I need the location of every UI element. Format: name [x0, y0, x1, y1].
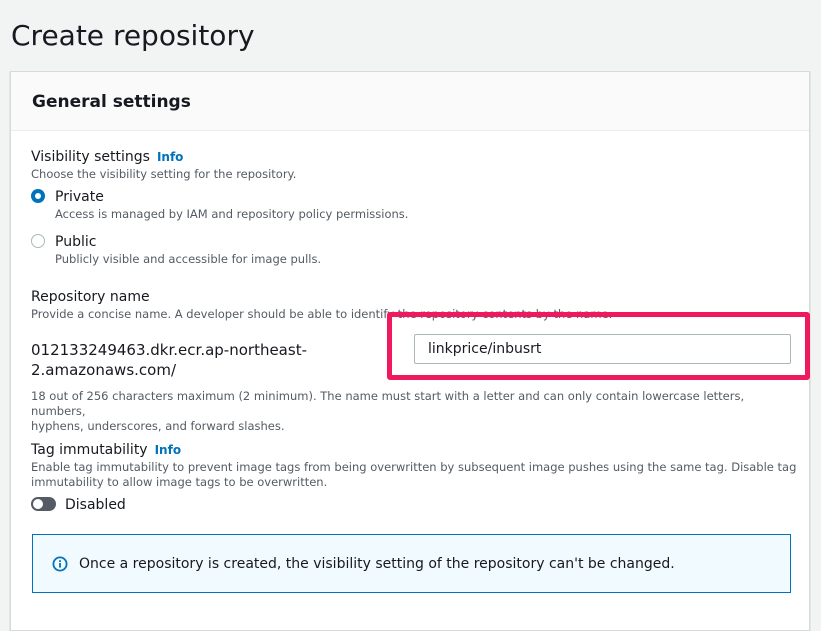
panel-title: General settings — [32, 92, 191, 112]
public-label[interactable]: Public — [55, 233, 96, 251]
repository-name-input[interactable] — [414, 334, 791, 364]
tag-immutability-toggle[interactable] — [31, 497, 56, 511]
public-radio[interactable] — [31, 234, 45, 248]
panel-header: General settings — [11, 72, 809, 131]
tag-immutability-info-link[interactable]: Info — [155, 443, 181, 457]
toggle-state-label: Disabled — [65, 497, 126, 513]
private-radio[interactable] — [31, 189, 45, 203]
private-description: Access is managed by IAM and repository … — [55, 207, 409, 221]
public-description: Publicly visible and accessible for imag… — [55, 252, 322, 266]
tag-immutability-label: Tag immutability Info — [31, 441, 181, 459]
repository-name-label: Repository name — [31, 289, 150, 305]
tag-immutability-text: Tag immutability — [31, 442, 148, 458]
alert-text: Once a repository is created, the visibi… — [79, 556, 675, 572]
tag-immutability-description-line1: Enable tag immutability to prevent image… — [31, 460, 797, 474]
repository-name-constraint-line1: 18 out of 256 characters maximum (2 mini… — [31, 389, 745, 418]
private-label[interactable]: Private — [55, 188, 104, 206]
repository-uri-prefix-line1: 012133249463.dkr.ecr.ap-northeast- — [31, 341, 307, 359]
info-alert: Once a repository is created, the visibi… — [32, 534, 791, 593]
repository-name-constraint-line2: hyphens, underscores, and forward slashe… — [31, 419, 285, 433]
visibility-settings-text: Visibility settings — [31, 149, 150, 165]
visibility-settings-label: Visibility settings Info — [31, 148, 183, 166]
info-icon — [52, 556, 68, 572]
repository-uri-prefix: 012133249463.dkr.ecr.ap-northeast- 2.ama… — [31, 340, 361, 380]
repository-uri-prefix-line2: 2.amazonaws.com/ — [31, 361, 176, 379]
tag-immutability-description: Enable tag immutability to prevent image… — [31, 460, 801, 490]
visibility-info-link[interactable]: Info — [157, 150, 183, 164]
repository-name-constraint: 18 out of 256 characters maximum (2 mini… — [31, 389, 801, 434]
visibility-description: Choose the visibility setting for the re… — [31, 167, 297, 181]
page-title: Create repository — [11, 19, 255, 52]
tag-immutability-description-line2: immutability to allow image tags to be o… — [31, 475, 328, 489]
